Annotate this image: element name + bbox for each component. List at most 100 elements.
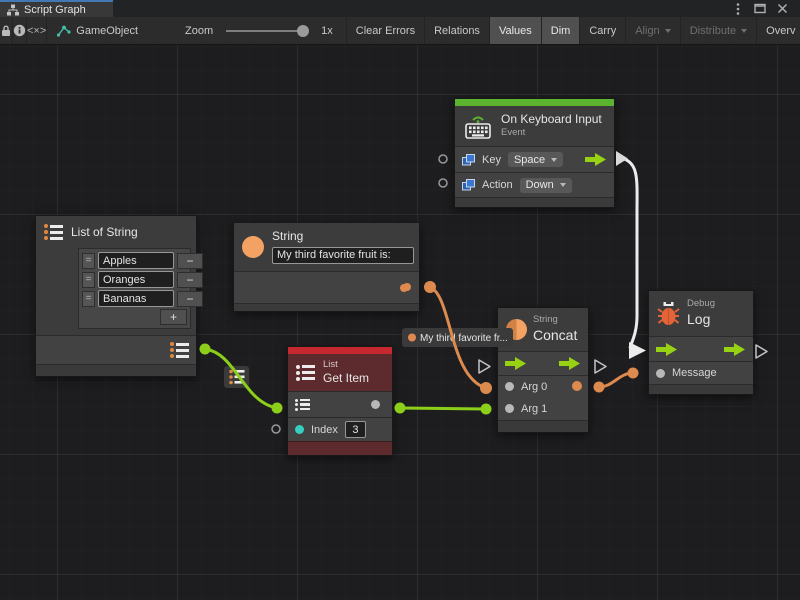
arg0-input-port[interactable] (505, 382, 514, 391)
concat-flow-row (498, 351, 588, 375)
string-literal-type: String (272, 230, 414, 244)
node-footer (234, 303, 419, 311)
chevron-down-icon (741, 29, 747, 33)
list-output-row (36, 335, 196, 364)
lock-button[interactable] (0, 17, 13, 44)
list-add-row: + (82, 309, 187, 325)
keyboard-event-subtitle: Event (501, 128, 602, 139)
node-get-item[interactable]: List Get Item Index (287, 346, 393, 456)
zoom-slider-handle[interactable] (297, 25, 309, 37)
action-row: Action Down (455, 172, 614, 197)
info-button[interactable] (13, 17, 27, 44)
get-item-title: Get Item (323, 372, 369, 386)
dim-button[interactable]: Dim (542, 17, 581, 44)
string-output-port[interactable] (400, 284, 408, 292)
align-button[interactable]: Align (626, 17, 680, 44)
close-icon[interactable] (774, 2, 790, 16)
chevron-down-icon (665, 29, 671, 33)
chevron-down-icon (551, 158, 557, 162)
tab-script-graph[interactable]: Script Graph (0, 0, 113, 17)
node-debug-log[interactable]: Debug Log Message (648, 290, 754, 395)
get-item-category: List (323, 360, 369, 371)
maximize-icon[interactable] (752, 2, 768, 16)
list-input-port[interactable] (295, 399, 310, 411)
node-footer (36, 364, 196, 376)
remove-item-button[interactable]: − (177, 272, 203, 288)
keyboard-event-title: On Keyboard Input (501, 113, 602, 127)
list-item-input[interactable] (98, 271, 174, 288)
node-footer (498, 420, 588, 432)
bug-icon (657, 301, 680, 327)
overview-button[interactable]: Overv (757, 17, 800, 44)
log-message-row: Message (649, 361, 753, 384)
get-item-list-row (288, 391, 392, 417)
index-input-port[interactable] (295, 425, 304, 434)
index-value-input[interactable] (345, 421, 366, 438)
key-value: Space (514, 154, 545, 166)
item-output-port[interactable] (371, 400, 380, 409)
kebab-menu-icon[interactable] (730, 2, 746, 16)
node-string-literal[interactable]: String (233, 222, 420, 312)
overview-label: Overv (766, 25, 795, 37)
concat-arg0-row: Arg 0 (498, 375, 588, 397)
list-editor: = − = − = − + (78, 248, 191, 329)
flow-output-port[interactable] (559, 357, 581, 370)
graph-toolbar: <×> GameObject Zoom 1x Clear Errors Rela… (0, 17, 800, 45)
values-button[interactable]: Values (490, 17, 542, 44)
dim-label: Dim (551, 25, 571, 37)
code-view-glyph: <×> (27, 25, 46, 37)
carry-button[interactable]: Carry (580, 17, 626, 44)
message-input-port[interactable] (656, 369, 665, 378)
list-icon (44, 224, 63, 240)
action-value: Down (526, 179, 554, 191)
clear-errors-label: Clear Errors (356, 25, 415, 37)
list-item-input[interactable] (98, 252, 174, 269)
carry-label: Carry (589, 25, 616, 37)
titlebar: Script Graph (0, 0, 800, 17)
zoom-control: Zoom 1x (147, 17, 342, 44)
add-item-button[interactable]: + (160, 309, 187, 325)
flow-output-port[interactable] (585, 153, 607, 166)
gameobject-target-button[interactable]: GameObject (47, 17, 147, 44)
flow-input-port[interactable] (505, 357, 527, 370)
string-value-input[interactable] (272, 247, 414, 264)
list-output-port[interactable] (170, 342, 189, 358)
relations-button[interactable]: Relations (425, 17, 490, 44)
remove-item-button[interactable]: − (177, 253, 203, 269)
distribute-button[interactable]: Distribute (681, 17, 757, 44)
drag-handle-icon[interactable]: = (82, 272, 95, 288)
drag-handle-icon[interactable]: = (82, 253, 95, 269)
node-footer (455, 197, 614, 207)
message-label: Message (672, 367, 717, 379)
node-footer (649, 384, 753, 394)
get-item-header: List Get Item (288, 354, 392, 391)
lock-icon (0, 24, 12, 37)
list-icon (296, 365, 315, 381)
key-row: Key Space (455, 146, 614, 172)
chevron-down-icon (560, 183, 566, 187)
code-view-button[interactable]: <×> (27, 17, 47, 44)
clear-errors-button[interactable]: Clear Errors (346, 17, 425, 44)
string-type-icon (506, 319, 527, 340)
key-dropdown[interactable]: Space (508, 152, 563, 167)
node-list-of-string[interactable]: List of String = − = − = − + (35, 215, 197, 377)
error-accent-bar (288, 347, 392, 354)
list-item-input[interactable] (98, 290, 174, 307)
node-concat[interactable]: String Concat Arg 0 Arg 1 (497, 307, 589, 433)
graph-icon (7, 4, 19, 16)
node-on-keyboard-input[interactable]: On Keyboard Input Event Key Space Action… (454, 98, 615, 208)
flow-input-port[interactable] (656, 343, 678, 356)
zoom-slider[interactable] (226, 30, 306, 32)
index-label: Index (311, 424, 338, 436)
zoom-value: 1x (321, 25, 333, 37)
action-dropdown[interactable]: Down (520, 178, 572, 193)
arg1-input-port[interactable] (505, 404, 514, 413)
variable-icon (462, 179, 475, 191)
key-label: Key (482, 154, 501, 166)
drag-handle-icon[interactable]: = (82, 291, 95, 307)
remove-item-button[interactable]: − (177, 291, 203, 307)
log-category: Debug (687, 299, 715, 310)
flow-output-port[interactable] (724, 343, 746, 356)
values-label: Values (499, 25, 532, 37)
action-label: Action (482, 179, 513, 191)
